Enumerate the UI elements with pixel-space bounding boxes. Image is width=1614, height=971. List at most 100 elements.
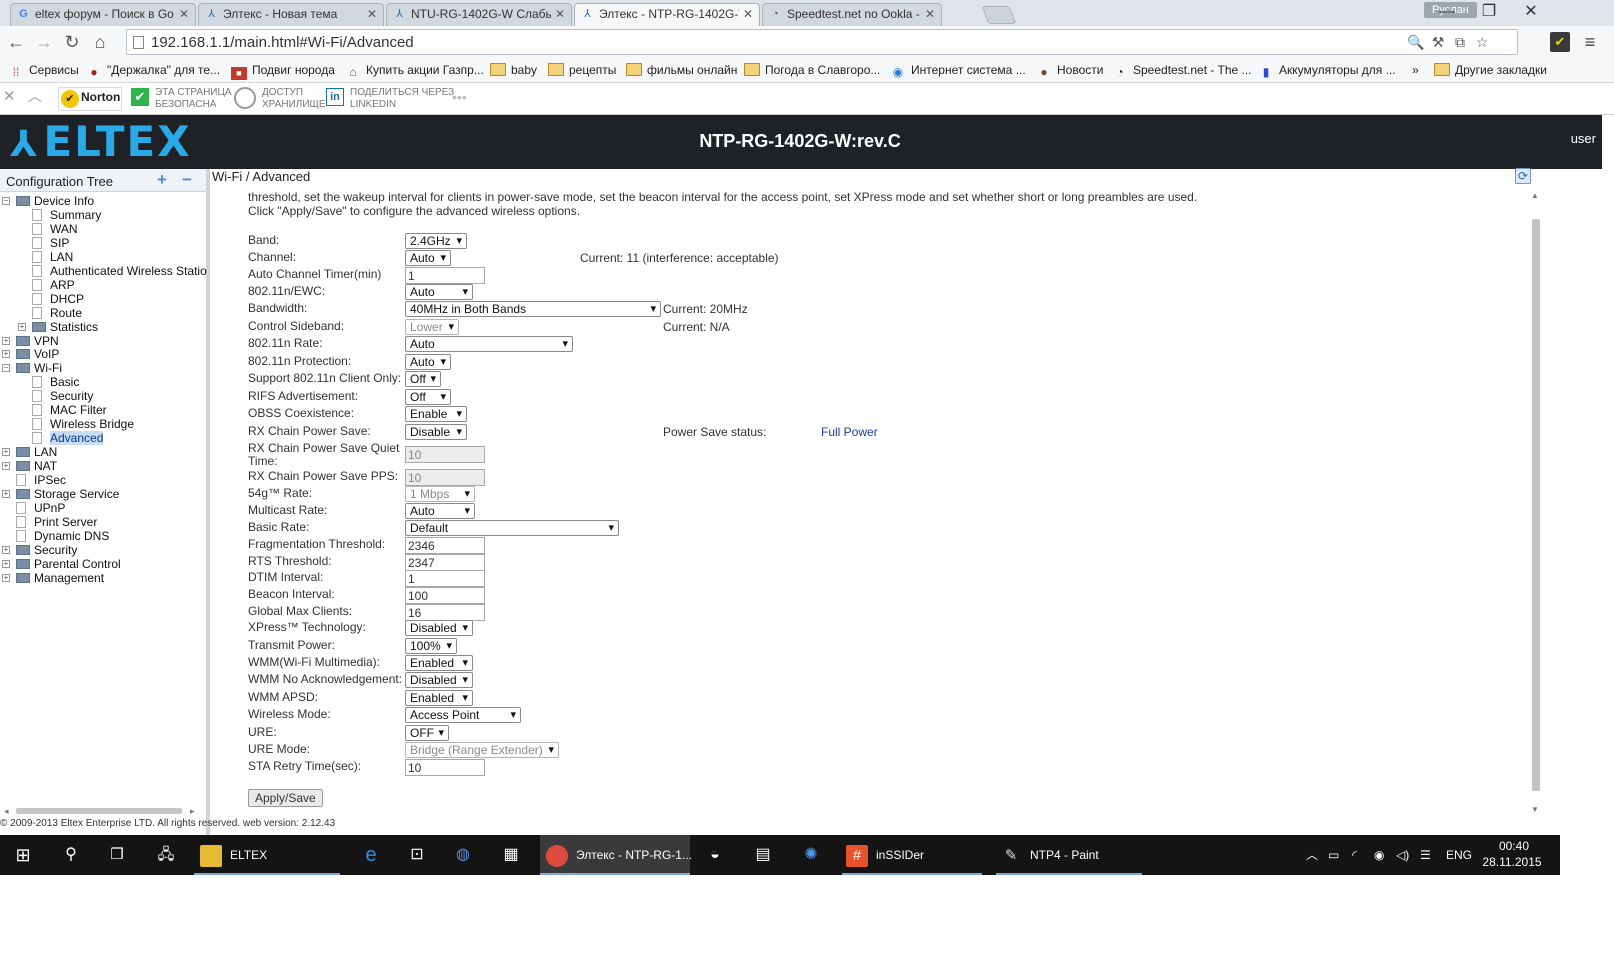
chevron-up-icon[interactable]: ︿ (1306, 847, 1318, 863)
bookmark-holder[interactable]: ● "Держалка" для те... (86, 61, 220, 79)
refresh-icon[interactable]: ⟳ (1515, 168, 1531, 184)
notification-icon[interactable]: ☰ (1420, 847, 1431, 863)
close-tab-icon[interactable]: ✕ (179, 4, 189, 24)
close-window-button[interactable]: ✕ (1510, 0, 1552, 24)
rts-threshold-input[interactable] (405, 554, 485, 571)
taskbar-chrome[interactable]: Элтекс - NTP-RG-1... (540, 835, 692, 875)
ewc-select[interactable]: Auto (405, 284, 473, 300)
bookmark-news[interactable]: ● Новости (1036, 61, 1103, 79)
start-button[interactable]: ⊞ (10, 835, 36, 875)
xpress-select[interactable]: Disabled (405, 620, 473, 636)
auto-channel-timer-input[interactable] (405, 267, 485, 284)
tree-item[interactable]: MAC Filter (0, 403, 200, 417)
tree-item[interactable]: DHCP (0, 292, 200, 306)
bookmark-services[interactable]: ⁞⁞ Сервисы (8, 61, 79, 79)
tools-icon[interactable]: ⚒ (1429, 33, 1447, 51)
language-indicator[interactable]: ENG (1446, 847, 1472, 863)
tab-eltex-new-topic[interactable]: ⅄ Элтекс - Новая тема ✕ (198, 3, 384, 26)
tree-item[interactable]: Route (0, 306, 200, 320)
menu-icon[interactable]: ≡ (1578, 30, 1602, 54)
network-app-icon[interactable]: 🖧 (152, 835, 180, 875)
linkedin-icon[interactable]: in (326, 88, 344, 106)
bookmark-gazprom[interactable]: ⌂ Купить акции Газпр... (345, 61, 483, 79)
rx-chain-pps-input[interactable] (405, 469, 485, 486)
expand-icon[interactable]: + (2, 336, 10, 345)
bookmark-batteries[interactable]: ▮ Аккумуляторы для ... (1258, 61, 1396, 79)
vault-access[interactable]: ДОСТУП ХРАНИЛИЩЕ (262, 87, 326, 111)
bookmark-folder-recipes[interactable]: рецепты (548, 61, 616, 79)
tree-item[interactable]: − Wi-Fi (0, 361, 200, 375)
more-icon[interactable]: ••• (452, 90, 467, 104)
close-icon[interactable]: ✕ (3, 89, 16, 104)
wifi-icon[interactable]: ◜ (1352, 847, 1357, 863)
reload-icon[interactable]: ↻ (60, 30, 84, 54)
brightness-icon[interactable]: ✺ (798, 835, 824, 875)
expand-icon[interactable]: + (2, 462, 10, 471)
tree-item[interactable]: − Device Info (0, 194, 200, 208)
taskbar-explorer[interactable]: ELTEX (194, 835, 340, 875)
back-icon[interactable]: ← (4, 30, 28, 54)
tree-item[interactable]: Advanced (0, 431, 200, 446)
basic-rate-select[interactable]: Default (405, 520, 619, 536)
tab-ntu-forum[interactable]: ⅄ NTU-RG-1402G-W Слабы ✕ (386, 3, 572, 26)
restore-button[interactable]: ❐ (1468, 0, 1510, 24)
tree-item[interactable]: IPSec (0, 473, 200, 487)
tree-item[interactable]: + Storage Service (0, 487, 200, 501)
beacon-interval-input[interactable] (405, 587, 485, 604)
tree-item[interactable]: + Statistics (0, 320, 200, 334)
tab-eltex-router[interactable]: ⅄ Элтекс - NTP-RG-1402G-V ✕ (574, 3, 760, 26)
bookmark-folder-baby[interactable]: baby (490, 61, 537, 79)
ure-mode-select[interactable]: Bridge (Range Extender) (405, 742, 559, 758)
expand-icon[interactable]: + (2, 489, 10, 498)
n-protection-select[interactable]: Auto (405, 354, 451, 370)
horizontal-scrollbar[interactable]: ◂ ▸ (4, 806, 200, 816)
bookmark-internet[interactable]: ◉ Интернет система ... (890, 61, 1026, 79)
tree-item[interactable]: Print Server (0, 515, 200, 529)
bookmark-speedtest[interactable]: ◔ Speedtest.net - The ... (1112, 61, 1251, 79)
star-icon[interactable]: ☆ (1473, 33, 1491, 51)
search-icon[interactable]: ⚲ (58, 835, 84, 875)
bookmark-folder-movies[interactable]: фильмы онлайн (626, 61, 737, 79)
wmm-apsd-select[interactable]: Enabled (405, 690, 473, 706)
volume-icon[interactable]: ◁) (1396, 847, 1409, 863)
tree-item[interactable]: Dynamic DNS (0, 529, 200, 543)
expand-icon[interactable]: + (2, 350, 10, 359)
tree-item[interactable]: WAN (0, 222, 200, 236)
vertical-scrollbar[interactable]: ▲ ▼ (1531, 189, 1541, 819)
taskbar-paint[interactable]: ✎ NTP4 - Paint (996, 835, 1142, 875)
close-tab-icon[interactable]: ✕ (555, 4, 565, 24)
bookmark-other[interactable]: Другие закладки (1434, 61, 1547, 79)
tree-item[interactable]: ARP (0, 278, 200, 292)
calculator-icon[interactable]: ▦ (498, 835, 524, 875)
scroll-right-icon[interactable]: ▸ (190, 806, 195, 817)
expand-icon[interactable]: + (2, 559, 10, 568)
tab-speedtest[interactable]: ◔ Speedtest.net no Ookla - ! ✕ (762, 3, 942, 26)
multicast-rate-select[interactable]: Auto (405, 503, 475, 519)
app-icon[interactable]: ▤ (750, 835, 776, 875)
wireless-mode-select[interactable]: Access Point (405, 707, 521, 723)
clock-time[interactable]: 00:40 (1487, 839, 1541, 853)
expand-icon[interactable]: + (2, 573, 10, 582)
tree-item[interactable]: + LAN (0, 445, 200, 459)
collapse-icon[interactable]: − (2, 364, 10, 373)
rifs-select[interactable]: Off (405, 389, 451, 405)
apply-save-button[interactable]: Apply/Save (248, 789, 323, 807)
globe-icon[interactable]: ◍ (450, 835, 476, 875)
chevron-up-icon[interactable]: ︿ (28, 89, 42, 103)
app-icon[interactable]: ◒ (702, 835, 728, 875)
user-label[interactable]: user (1571, 131, 1596, 146)
rx-chain-power-save-select[interactable]: Disable (405, 424, 467, 440)
band-select[interactable]: 2.4GHz (405, 233, 467, 249)
tree-item[interactable]: Basic (0, 375, 200, 389)
wmm-select[interactable]: Enabled (405, 655, 473, 671)
scroll-down-icon[interactable]: ▼ (1531, 805, 1539, 814)
ure-select[interactable]: OFF (405, 725, 449, 741)
close-tab-icon[interactable]: ✕ (743, 4, 753, 24)
bookmarks-overflow[interactable]: » (1412, 61, 1419, 79)
n-rate-select[interactable]: Auto (405, 336, 573, 352)
task-view-icon[interactable]: ❒ (104, 835, 130, 875)
scroll-left-icon[interactable]: ◂ (4, 806, 9, 817)
close-tab-icon[interactable]: ✕ (367, 4, 377, 24)
global-max-clients-input[interactable] (405, 604, 485, 621)
norton-logo[interactable]: ✔ Norton (58, 87, 122, 111)
